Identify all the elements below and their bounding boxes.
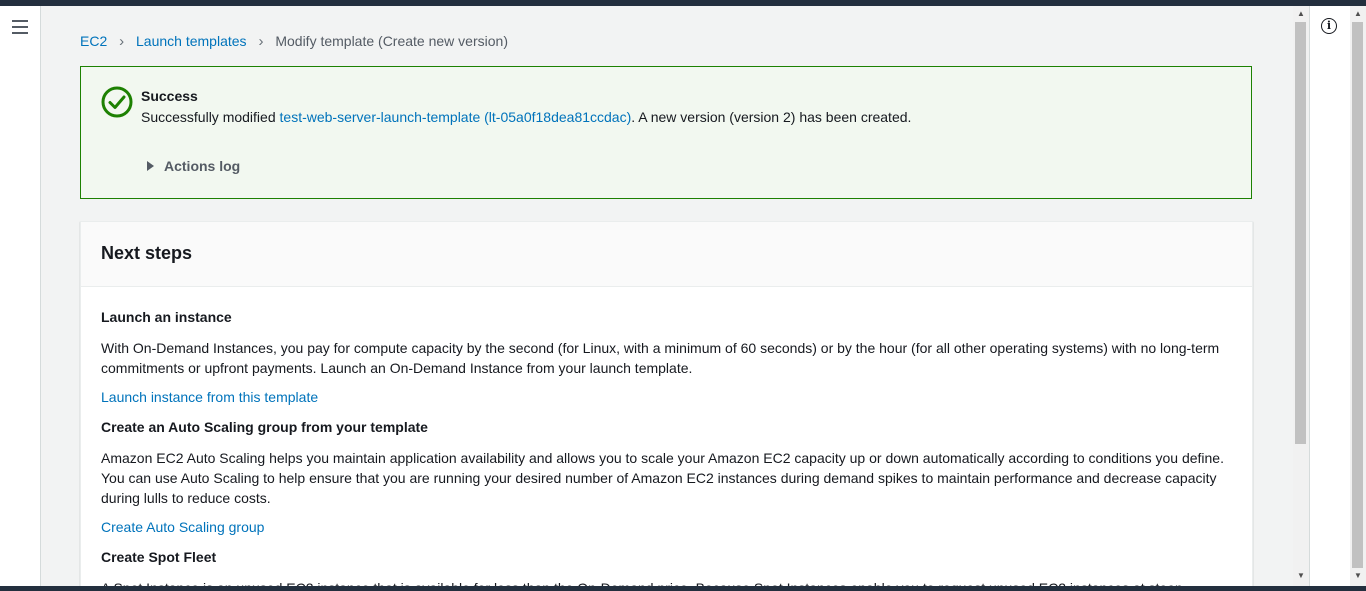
success-flash: Success Successfully modified test-web-s… <box>80 66 1252 199</box>
actions-log-label: Actions log <box>164 158 241 174</box>
launch-instance-link[interactable]: Launch instance from this template <box>101 389 318 405</box>
chevron-right-icon: › <box>119 33 125 50</box>
breadcrumb: EC2 › Launch templates › Modify template… <box>80 33 508 50</box>
hamburger-menu-icon[interactable] <box>12 20 28 34</box>
flash-title: Success <box>141 88 198 104</box>
caret-right-icon <box>147 161 154 171</box>
left-navigation <box>0 6 41 586</box>
section-text-launch-instance: With On-Demand Instances, you pay for co… <box>101 340 1220 376</box>
check-circle-icon <box>101 86 133 118</box>
flash-message: Successfully modified test-web-server-la… <box>141 109 911 125</box>
bottom-bar <box>0 586 1366 591</box>
info-icon[interactable]: i <box>1321 18 1337 34</box>
chevron-right-icon: › <box>258 33 264 50</box>
main-content: EC2 › Launch templates › Modify template… <box>41 6 1293 586</box>
actions-log-toggle[interactable]: Actions log <box>147 158 240 174</box>
flash-message-suffix: . A new version (version 2) has been cre… <box>631 109 912 125</box>
main-scrollbar-thumb[interactable] <box>1295 22 1306 444</box>
page-scrollbar-thumb[interactable] <box>1352 22 1363 568</box>
next-steps-header: Next steps <box>81 222 1252 287</box>
breadcrumb-current: Modify template (Create new version) <box>275 33 508 49</box>
template-link[interactable]: test-web-server-launch-template (lt-05a0… <box>280 109 632 125</box>
breadcrumb-ec2[interactable]: EC2 <box>80 33 107 49</box>
breadcrumb-launch-templates[interactable]: Launch templates <box>136 33 247 49</box>
section-text-auto-scaling: Amazon EC2 Auto Scaling helps you mainta… <box>101 450 1224 506</box>
main-scrollbar[interactable]: ▲ ▼ <box>1293 6 1309 586</box>
scroll-up-icon[interactable]: ▲ <box>1350 9 1366 18</box>
next-steps-panel: Next steps Launch an instance With On-De… <box>80 221 1253 586</box>
flash-message-prefix: Successfully modified <box>141 109 280 125</box>
section-title-auto-scaling: Create an Auto Scaling group from your t… <box>101 419 428 435</box>
page-scrollbar[interactable]: ▲ ▼ <box>1350 6 1366 586</box>
section-title-spot-fleet: Create Spot Fleet <box>101 549 217 565</box>
next-steps-title: Next steps <box>101 243 193 263</box>
section-title-launch-instance: Launch an instance <box>101 309 232 325</box>
scroll-down-icon[interactable]: ▼ <box>1293 571 1309 580</box>
create-auto-scaling-group-link[interactable]: Create Auto Scaling group <box>101 519 264 535</box>
right-help-panel: i <box>1309 6 1350 586</box>
scroll-down-icon[interactable]: ▼ <box>1350 571 1366 580</box>
scroll-up-icon[interactable]: ▲ <box>1293 9 1309 18</box>
section-text-spot-fleet: A Spot Instance is an unused EC2 instanc… <box>101 578 1231 586</box>
